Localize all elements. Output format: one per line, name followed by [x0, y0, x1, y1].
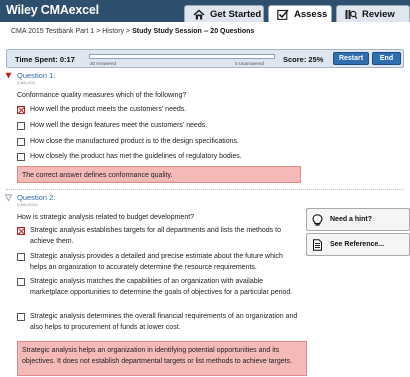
answer-text: Strategic analysis provides a detailed a…	[30, 253, 283, 271]
answer-choice[interactable]: Strategic analysis establishes targets f…	[17, 226, 299, 247]
tab-label: Get Started	[210, 8, 262, 20]
answered-count: 20 Answered	[90, 60, 117, 66]
flag-icon[interactable]	[5, 72, 12, 80]
answer-choice[interactable]: How well the product meets the customers…	[17, 105, 297, 116]
progress-bar	[89, 54, 275, 59]
answer-checkbox[interactable]	[17, 312, 25, 321]
tab-get-started[interactable]: Get Started	[184, 5, 264, 22]
answer-checkbox[interactable]	[17, 226, 25, 235]
hint-button[interactable]: Need a hint?	[306, 208, 410, 231]
end-button[interactable]: End	[372, 52, 401, 65]
score-label: Score: 25%	[283, 55, 324, 64]
question-divider	[6, 189, 404, 190]
restart-button[interactable]: Restart	[333, 52, 369, 65]
answer-choice[interactable]: Strategic analysis determines the overal…	[17, 312, 299, 333]
answer-choice[interactable]: How closely the product has met the guid…	[17, 152, 297, 163]
answer-text: Strategic analysis determines the overal…	[30, 313, 298, 331]
answer-checkbox[interactable]	[17, 277, 25, 286]
reference-label: See Reference...	[330, 241, 385, 248]
answer-choice[interactable]: How close the manufactured product is to…	[17, 137, 297, 148]
question-title: Question 2:	[17, 193, 56, 202]
question-stem: How is strategic analysis related to bud…	[17, 214, 195, 221]
hint-label: Need a hint?	[330, 216, 373, 223]
breadcrumb-current: Study Study Session -- 20 Questions	[132, 28, 255, 35]
flag-icon[interactable]	[5, 194, 12, 202]
breadcrumb-separator: >	[96, 28, 101, 35]
feedback-box: The correct answer defines conformance q…	[17, 166, 301, 183]
feedback-box: Strategic analysis helps an organization…	[17, 341, 307, 376]
tab-review[interactable]: Review	[336, 5, 410, 22]
question-list[interactable]: Question 1: (CMA-XXX) Conformance qualit…	[0, 69, 410, 377]
answer-checkbox[interactable]	[17, 252, 25, 261]
status-bar: Time Spent: 0:17 20 Answered 0 Unanswere…	[6, 49, 404, 68]
reference-button[interactable]: See Reference...	[306, 233, 410, 256]
answer-choice[interactable]: How well the design features meet the cu…	[17, 121, 297, 132]
answer-choice[interactable]: Strategic analysis matches the capabilit…	[17, 277, 299, 298]
document-icon	[312, 238, 323, 251]
unanswered-count: 0 Unanswered	[235, 60, 265, 66]
breadcrumb: CMA 2015 Testbank Part 1 > History > Study S…	[11, 28, 254, 35]
answer-checkbox[interactable]	[17, 105, 25, 114]
answer-text: How closely the product has met the guid…	[30, 153, 242, 160]
breadcrumb-item[interactable]: History	[102, 28, 124, 35]
answer-text: Strategic analysis matches the capabilit…	[30, 278, 293, 296]
lightbulb-icon	[312, 213, 323, 226]
time-spent: Time Spent: 0:17	[15, 55, 75, 64]
brand-logo: Wiley CMAexcel	[6, 3, 99, 17]
answer-checkbox[interactable]	[17, 121, 25, 130]
question-id: (CMA-XXXX)	[17, 203, 38, 207]
tab-label: Assess	[294, 8, 328, 20]
question-id: (CMA-XXX)	[17, 81, 36, 85]
review-icon	[345, 9, 358, 20]
breadcrumb-item[interactable]: CMA 2015 Testbank Part 1	[11, 28, 94, 35]
answer-text: Strategic analysis establishes targets f…	[30, 227, 281, 245]
app-header: Wiley CMAexcel Get Started Assess Review	[0, 0, 410, 22]
question-stem: Conformance quality measures which of th…	[17, 92, 187, 99]
tab-assess[interactable]: Assess	[268, 5, 332, 22]
answer-text: How well the design features meet the cu…	[30, 122, 208, 129]
checkbox-icon	[277, 8, 289, 20]
answer-text: How well the product meets the customers…	[30, 106, 187, 113]
home-icon	[193, 8, 205, 20]
answer-checkbox[interactable]	[17, 152, 25, 161]
answer-checkbox[interactable]	[17, 137, 25, 146]
answer-text: How close the manufactured product is to…	[30, 138, 239, 145]
tab-label: Review	[362, 8, 395, 20]
answer-choice[interactable]: Strategic analysis provides a detailed a…	[17, 252, 299, 273]
question-title: Question 1:	[17, 71, 56, 80]
breadcrumb-separator: >	[126, 28, 131, 35]
